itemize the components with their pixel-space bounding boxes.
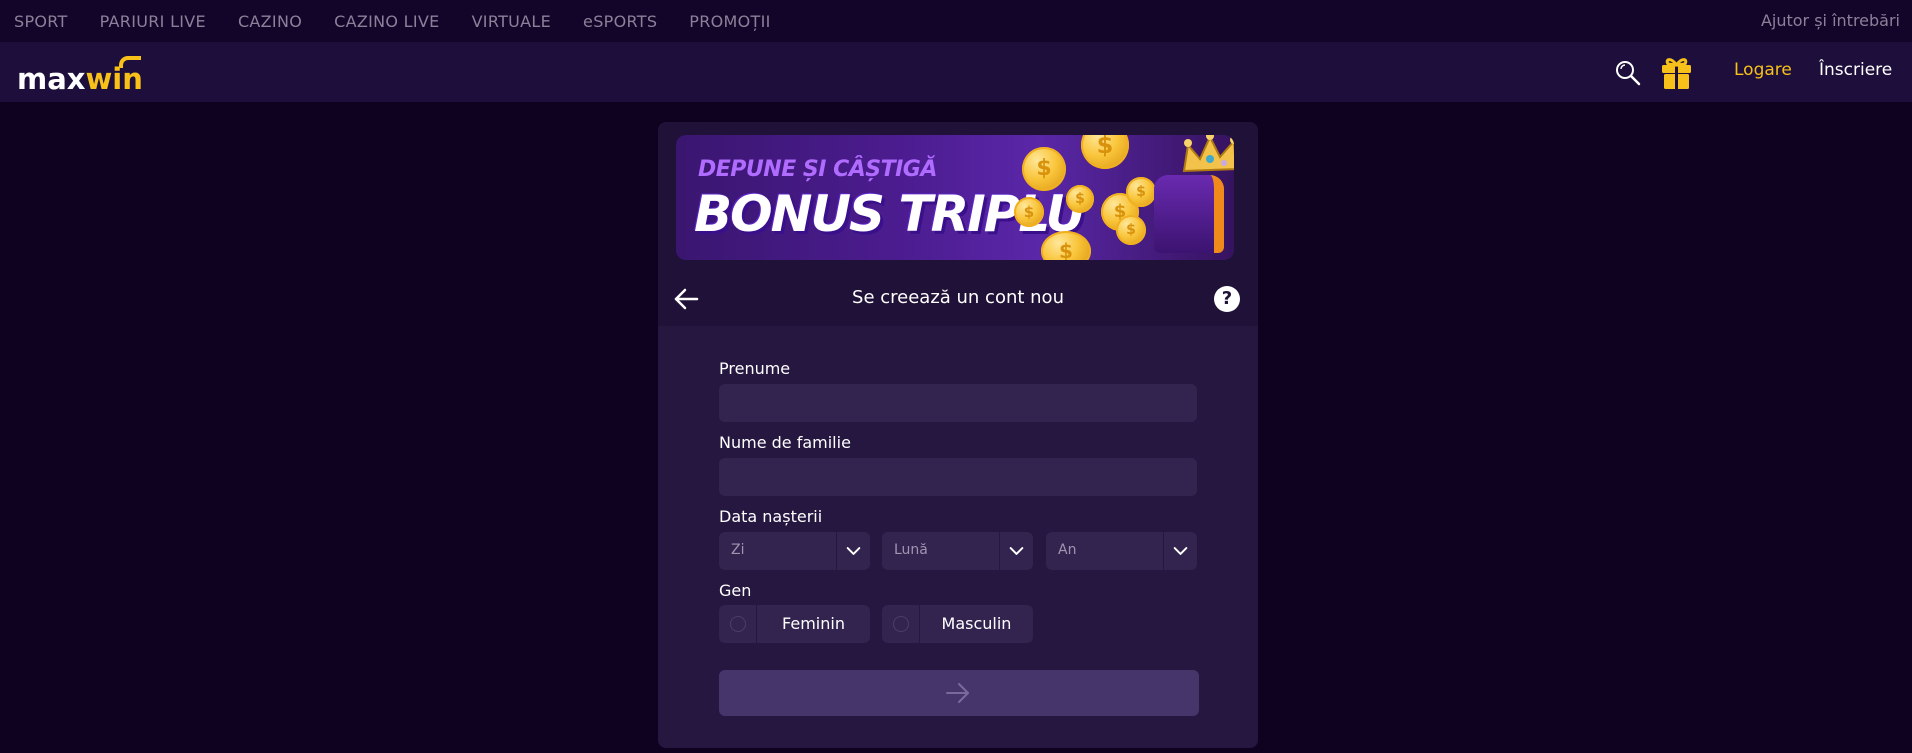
nav-live-casino[interactable]: CAZINO LIVE — [334, 12, 439, 31]
day-select[interactable]: Zi — [719, 532, 870, 570]
maxwin-logo[interactable]: max win — [17, 54, 143, 94]
coin-decoration: $ — [1081, 135, 1129, 169]
year-select[interactable]: An — [1046, 532, 1197, 570]
coin-decoration: $ — [1014, 197, 1044, 227]
month-select-value: Lună — [894, 542, 928, 558]
nav-esports[interactable]: eSPORTS — [583, 12, 657, 31]
gender-male-label: Masculin — [941, 614, 1012, 633]
nav-virtual[interactable]: VIRTUALE — [472, 12, 551, 31]
treasure-chest-image — [1154, 175, 1224, 253]
gender-male-radio[interactable]: Masculin — [882, 605, 1033, 643]
radio-circle — [730, 616, 746, 632]
arrow-right-icon — [946, 683, 969, 703]
logo-max-text: max — [17, 62, 86, 96]
site-header: max win Logare Înscriere — [0, 42, 1912, 102]
last-name-input[interactable] — [719, 458, 1197, 496]
gender-label: Gen — [719, 581, 752, 600]
first-name-input[interactable] — [719, 384, 1197, 422]
form-header: Se creează un cont nou ? — [658, 271, 1258, 326]
top-nav: SPORT PARIURI LIVE CAZINO CAZINO LIVE VI… — [0, 0, 1912, 42]
chevron-down-icon — [836, 532, 861, 570]
banner-subtitle: DEPUNE ȘI CÂȘTIGĂ — [698, 157, 937, 182]
coin-decoration: $ — [1116, 215, 1146, 245]
login-link[interactable]: Logare — [1734, 60, 1792, 80]
promo-banner[interactable]: DEPUNE ȘI CÂȘTIGĂ BONUS TRIPLU $ $ $ $ $… — [676, 135, 1234, 260]
register-link[interactable]: Înscriere — [1819, 60, 1892, 80]
form-title: Se creează un cont nou — [852, 287, 1064, 308]
next-step-button[interactable] — [719, 670, 1199, 716]
month-select[interactable]: Lună — [882, 532, 1033, 570]
coin-decoration: $ — [1066, 185, 1094, 213]
gift-icon[interactable] — [1659, 55, 1694, 90]
help-link[interactable]: Ajutor și întrebări — [1761, 11, 1900, 30]
crown-icon — [1182, 135, 1234, 173]
year-select-value: An — [1058, 542, 1077, 558]
nav-sport[interactable]: SPORT — [14, 12, 68, 31]
day-select-value: Zi — [731, 542, 745, 558]
coin-decoration: $ — [1022, 147, 1066, 191]
gender-female-radio[interactable]: Feminin — [719, 605, 870, 643]
birthdate-label: Data nașterii — [719, 507, 823, 526]
nav-casino[interactable]: CAZINO — [238, 12, 302, 31]
nav-promotions[interactable]: PROMOȚII — [689, 12, 770, 31]
registration-form: Se creează un cont nou ? Prenume Nume de… — [658, 271, 1258, 748]
coin-decoration: $ — [1126, 177, 1156, 207]
search-icon[interactable] — [1615, 60, 1641, 86]
radio-circle — [893, 616, 909, 632]
logo-win-text: win — [85, 56, 143, 96]
chevron-down-icon — [999, 532, 1024, 570]
help-icon[interactable]: ? — [1214, 286, 1240, 312]
promo-banner-card: DEPUNE ȘI CÂȘTIGĂ BONUS TRIPLU $ $ $ $ $… — [658, 122, 1258, 271]
nav-live-betting[interactable]: PARIURI LIVE — [100, 12, 206, 31]
gender-female-label: Feminin — [782, 614, 845, 633]
last-name-label: Nume de familie — [719, 433, 851, 452]
first-name-label: Prenume — [719, 359, 791, 378]
chevron-down-icon — [1163, 532, 1188, 570]
